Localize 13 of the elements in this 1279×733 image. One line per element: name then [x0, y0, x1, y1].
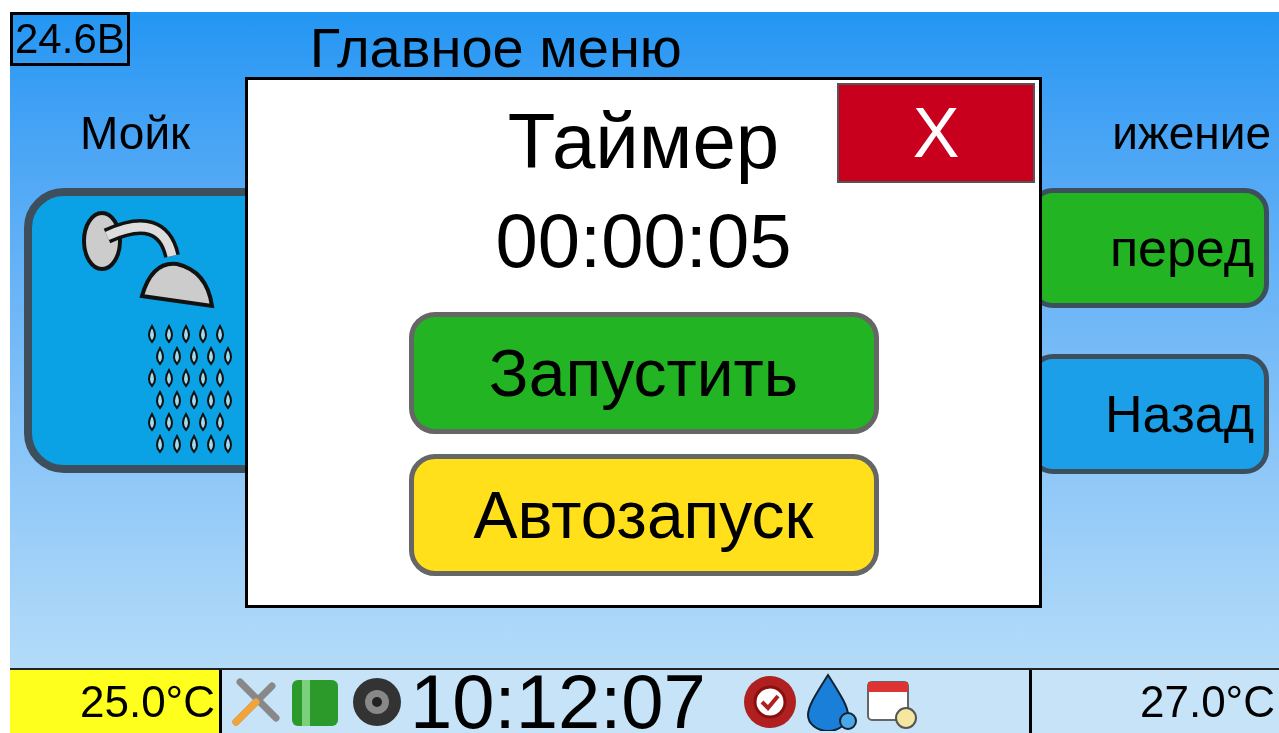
- temperature-readout: 27.0°C: [1029, 670, 1279, 733]
- dialog-title: Таймер: [507, 96, 780, 186]
- section-label: ижение: [1112, 105, 1271, 161]
- timer-value: 00:00:05: [495, 197, 792, 285]
- voltage-readout: 24.6В: [10, 12, 130, 66]
- close-button[interactable]: X: [837, 83, 1035, 183]
- section-label: Мойк: [80, 105, 191, 161]
- temperature-readout: 25.0°C: [10, 670, 222, 733]
- badge-check-icon: [741, 673, 798, 730]
- screen-title: Главное меню: [309, 16, 682, 80]
- clock: 10:12:07: [410, 669, 706, 733]
- action-button[interactable]: Запустить: [408, 312, 879, 434]
- action-button[interactable]: Автозапуск: [408, 454, 879, 576]
